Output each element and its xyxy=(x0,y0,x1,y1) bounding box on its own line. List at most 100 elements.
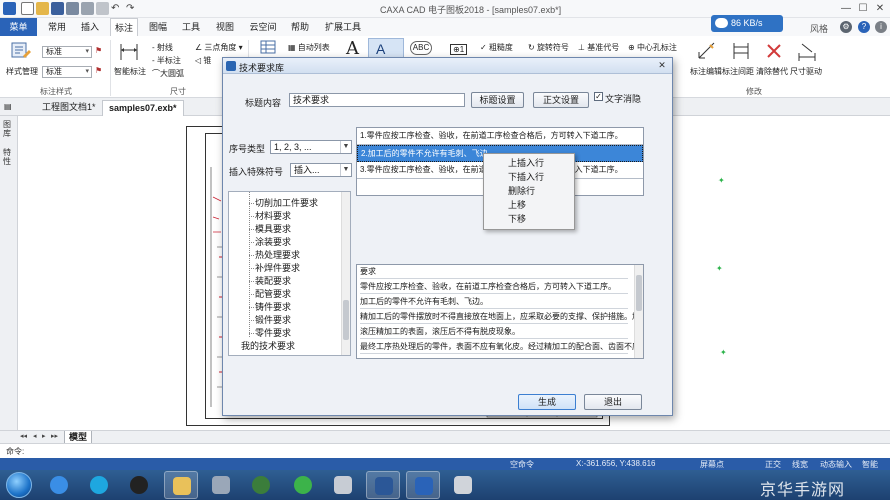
save-icon[interactable] xyxy=(51,2,64,15)
exit-button[interactable]: 退出 xyxy=(584,394,642,410)
preview-icon[interactable] xyxy=(96,2,109,15)
rotate-symbol-button[interactable]: ↻ 旋转符号 xyxy=(528,42,569,53)
roughness-button[interactable]: ✓ 粗糙度 xyxy=(480,42,513,53)
style-manage-label[interactable]: 样式管理 xyxy=(6,66,38,77)
save-as-icon[interactable] xyxy=(66,2,79,15)
doc-tab-samples07[interactable]: samples07.exb* xyxy=(102,100,184,116)
tab-insert[interactable]: 插入 xyxy=(77,18,103,36)
last-layout-icon[interactable]: ▸▸ xyxy=(51,432,58,440)
taskbar-app-printer-icon[interactable] xyxy=(446,471,480,499)
dim-style-combo[interactable]: 标准 xyxy=(42,46,92,58)
taskbar-app-baidu-icon[interactable] xyxy=(42,471,76,499)
tree-scroll-thumb[interactable] xyxy=(343,300,349,340)
open-folder-icon[interactable] xyxy=(36,2,49,15)
library-side-tab[interactable]: 图库 xyxy=(3,120,13,138)
network-speed-badge[interactable]: 86 KB/s xyxy=(711,15,783,32)
text-style-tool-icon[interactable]: ⚑ xyxy=(95,66,102,75)
taskbar-app-game-icon[interactable] xyxy=(244,471,278,499)
next-layout-icon[interactable]: ▸ xyxy=(42,432,46,440)
preview-scrollbar[interactable] xyxy=(634,265,643,358)
prev-layout-icon[interactable]: ◂ xyxy=(33,432,37,440)
menu-item-move-down[interactable]: 下移 xyxy=(508,212,526,226)
tab-help[interactable]: 帮助 xyxy=(287,18,313,36)
body-settings-button[interactable]: 正文设置 xyxy=(533,92,589,108)
tree-node-heat-treatment[interactable]: 热处理要求 xyxy=(248,249,300,262)
dimension-spacing-icon[interactable] xyxy=(730,40,752,62)
tab-tools[interactable]: 工具 xyxy=(178,18,204,36)
clear-override-label[interactable]: 清除替代 xyxy=(756,66,788,77)
status-lineweight[interactable]: 线宽 xyxy=(792,459,808,470)
taskbar-app-qq-icon[interactable] xyxy=(122,471,156,499)
new-file-icon[interactable] xyxy=(21,2,34,15)
redo-icon[interactable]: ↷ xyxy=(126,2,139,15)
seq-type-select[interactable]: 1, 2, 3, ... ▼ xyxy=(270,140,352,154)
tree-node-mold[interactable]: 模具要求 xyxy=(248,223,291,236)
title-content-input[interactable]: 技术要求 xyxy=(289,93,465,107)
tree-node-material[interactable]: 材料要求 xyxy=(248,210,291,223)
status-ortho[interactable]: 正交 xyxy=(765,459,781,470)
close-button[interactable]: ✕ xyxy=(872,1,888,16)
menu-item-insert-above[interactable]: 上插入行 xyxy=(508,156,544,170)
clear-override-icon[interactable] xyxy=(763,40,785,62)
taskbar-app-explorer-icon[interactable] xyxy=(164,471,198,499)
taper-button[interactable]: ◁ 锥 xyxy=(195,55,211,66)
tab-view[interactable]: 视图 xyxy=(212,18,238,36)
edit-dimension-icon[interactable] xyxy=(696,40,718,62)
style-menu[interactable]: 风格 xyxy=(810,22,828,35)
edit-dimension-label[interactable]: 标注编辑 xyxy=(690,66,722,77)
tree-node-assembly[interactable]: 装配要求 xyxy=(248,275,291,288)
tree-node-casting[interactable]: 铸件要求 xyxy=(248,301,291,314)
three-point-angle-button[interactable]: ∠ 三点角度 ▾ xyxy=(195,42,243,53)
smart-dimension-icon[interactable] xyxy=(118,40,140,62)
dimension-spacing-label[interactable]: 标注间距 xyxy=(722,66,754,77)
abc-icon[interactable]: ABC xyxy=(410,41,432,55)
dialog-title-bar[interactable]: 技术要求库 ✕ xyxy=(223,58,672,74)
main-menu-button[interactable]: 菜单 xyxy=(0,18,37,36)
status-snap-mode[interactable]: 屏幕点 xyxy=(700,459,724,470)
menu-item-move-up[interactable]: 上移 xyxy=(508,198,526,212)
tab-annotate[interactable]: 标注 xyxy=(110,18,138,36)
dialog-close-button[interactable]: ✕ xyxy=(654,59,670,72)
taskbar-app-word-icon[interactable] xyxy=(366,471,400,499)
ray-dim-button[interactable]: - 射线 xyxy=(152,42,173,53)
table-icon[interactable] xyxy=(260,40,276,54)
tab-extensions[interactable]: 扩展工具 xyxy=(322,18,364,36)
taskbar-app-wechat-icon[interactable] xyxy=(286,471,320,499)
help-icon[interactable]: ? xyxy=(858,21,870,33)
text-style-combo[interactable]: 标准 xyxy=(42,66,92,78)
undo-icon[interactable]: ↶ xyxy=(111,2,124,15)
dim-style-tool-icon[interactable]: ⚑ xyxy=(95,46,102,55)
dimension-drive-label[interactable]: 尺寸驱动 xyxy=(790,66,822,77)
datum-button[interactable]: ⊥ 基准代号 xyxy=(578,42,619,53)
dimension-drive-icon[interactable] xyxy=(796,40,818,62)
text-icon[interactable]: A xyxy=(346,38,359,59)
first-layout-icon[interactable]: ◂◂ xyxy=(20,432,27,440)
table-row[interactable]: 1.零件应按工序检查、验收，在前道工序检查合格后，方可转入下道工序。 xyxy=(357,128,643,145)
tab-common[interactable]: 常用 xyxy=(44,18,70,36)
taskbar-app-media-icon[interactable] xyxy=(326,471,360,499)
tab-nav-icon[interactable]: ▤ xyxy=(4,102,12,111)
taskbar-app-browser-icon[interactable] xyxy=(82,471,116,499)
auto-list-button[interactable]: ▦ 自动列表 xyxy=(288,42,330,53)
tree-node-parts[interactable]: 零件要求 xyxy=(248,327,291,340)
preview-scroll-thumb[interactable] xyxy=(636,275,642,311)
info-icon[interactable]: i xyxy=(875,21,887,33)
requirements-preview-text[interactable]: 要求 零件应按工序检查、验收，在前道工序检查合格后，方可转入下道工序。 加工后的… xyxy=(356,264,644,359)
properties-side-tab[interactable]: 特性 xyxy=(3,148,13,166)
generate-button[interactable]: 生成 xyxy=(518,394,576,410)
menu-item-insert-below[interactable]: 下插入行 xyxy=(508,170,544,184)
tree-node-cutting[interactable]: 切削加工件要求 xyxy=(248,197,318,210)
requirements-tree[interactable]: 切削加工件要求 材料要求 模具要求 涂装要求 热处理要求 补焊件要求 装配要求 … xyxy=(228,191,351,356)
command-line[interactable]: 命令: xyxy=(0,443,890,458)
smart-dimension-label[interactable]: 智能标注 xyxy=(114,66,146,77)
large-arc-button[interactable]: ⌒大圆弧 xyxy=(152,68,184,79)
tab-sheet[interactable]: 图幅 xyxy=(145,18,171,36)
geometric-tolerance-icon[interactable]: ⊕1 xyxy=(450,44,468,55)
tree-node-forging[interactable]: 锻件要求 xyxy=(248,314,291,327)
tree-node-piping[interactable]: 配管要求 xyxy=(248,288,291,301)
tree-scrollbar[interactable] xyxy=(341,192,350,355)
print-icon[interactable] xyxy=(81,2,94,15)
app-logo-icon[interactable] xyxy=(3,2,16,15)
title-settings-button[interactable]: 标题设置 xyxy=(471,92,524,108)
status-dynamic-input[interactable]: 动态输入 xyxy=(820,459,852,470)
